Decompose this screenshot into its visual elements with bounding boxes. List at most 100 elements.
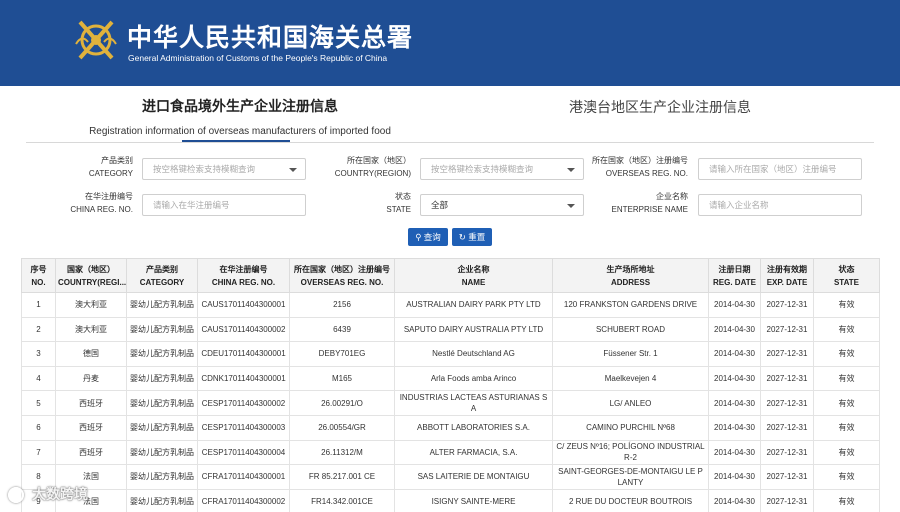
search-button-label: 查询 — [423, 232, 441, 242]
table-cell: CFRA17011404300001 — [197, 464, 290, 490]
table-cell: ABBOTT LABORATORIES S.A. — [394, 414, 553, 441]
table-cell: Arla Foods amba Arinco — [394, 365, 553, 392]
enterprise-input[interactable]: 请输入企业名称 — [698, 194, 862, 216]
column-header: 序号 NO. — [21, 258, 56, 293]
column-header: 产品类别 CATEGORY — [126, 258, 198, 293]
category-select[interactable]: 按空格键检索支持模糊查询 — [142, 158, 306, 180]
column-header-cn: 生产场所地址 — [606, 264, 655, 274]
country-label: 所在国家（地区） COUNTRY(REGION) — [318, 154, 411, 180]
column-header-en: NAME — [461, 277, 486, 287]
overseas-reg-input[interactable]: 请输入所在国家（地区）注册编号 — [698, 158, 862, 180]
table-cell: 有效 — [813, 390, 880, 416]
china-reg-label: 在华注册编号 CHINA REG. NO. — [40, 190, 133, 216]
table-cell: INDUSTRIAS LACTEAS ASTURIANAS SA — [394, 390, 553, 416]
table-cell: 2014-04-30 — [708, 439, 761, 466]
reset-button[interactable]: ↻ 重置 — [452, 228, 492, 246]
table-cell: 2156 — [289, 292, 395, 318]
table-cell: 有效 — [813, 439, 880, 466]
table-cell: 2027-12-31 — [760, 316, 814, 343]
refresh-icon: ↻ — [458, 232, 466, 242]
column-header-cn: 状态 — [838, 264, 855, 274]
china-reg-label-en: CHINA REG. NO. — [70, 205, 133, 214]
column-header-en: COUNTRY(REGI... — [58, 277, 127, 287]
table-row[interactable]: 4 丹麦 婴幼儿配方乳制品 CDNK17011404300001 M165 Arla Fo… — [21, 365, 880, 392]
table-row[interactable]: 3 德国 婴幼儿配方乳制品 CDEU17011404300001 DEBY701EG Ne… — [21, 341, 880, 367]
table-row[interactable]: 7 西班牙 婴幼儿配方乳制品 CESP17011404300004 26.11312/M… — [21, 439, 880, 466]
table-cell: 6 — [21, 414, 56, 441]
table-cell: FR14.342.001CE — [289, 488, 395, 512]
table-cell: 婴幼儿配方乳制品 — [126, 439, 198, 466]
table-cell: CAUS17011404300002 — [197, 316, 290, 343]
column-header-cn: 注册日期 — [718, 264, 751, 274]
table-cell: 婴幼儿配方乳制品 — [126, 390, 198, 416]
search-icon: ⚲ — [415, 232, 422, 242]
table-cell: CFRA17011404300002 — [197, 488, 290, 512]
tab-overseas-title: 进口食品境外生产企业注册信息 — [142, 98, 338, 114]
table-row[interactable]: 8 法国 婴幼儿配方乳制品 CFRA17011404300001 FR 85.217.0… — [21, 464, 880, 490]
table-cell: CESP17011404300004 — [197, 439, 290, 466]
table-cell: 26.00554/GR — [289, 414, 395, 441]
table-row[interactable]: 6 西班牙 婴幼儿配方乳制品 CESP17011404300003 26.00554/G… — [21, 414, 880, 441]
enterprise-label: 企业名称 ENTERPRISE NAME — [580, 190, 688, 216]
results-table: 序号 NO. 国家（地区） COUNTRY(REGI... 产品类别 CATEGORY 在华… — [21, 258, 880, 512]
table-cell: 2014-04-30 — [708, 365, 761, 392]
table-cell: 有效 — [813, 414, 880, 441]
country-select[interactable]: 按空格键检索支持模糊查询 — [420, 158, 584, 180]
country-label-en: COUNTRY(REGION) — [334, 169, 411, 178]
watermark-text: 大数跨境 — [32, 486, 88, 502]
table-cell: 婴幼儿配方乳制品 — [126, 464, 198, 490]
overseas-reg-label-en: OVERSEAS REG. NO. — [605, 169, 688, 178]
country-label-cn: 所在国家（地区） — [347, 156, 411, 165]
table-row[interactable]: 1 澳大利亚 婴幼儿配方乳制品 CAUS17011404300001 2156 AUSTR… — [21, 292, 880, 318]
column-header: 企业名称 NAME — [394, 258, 553, 293]
table-row[interactable]: 9 法国 婴幼儿配方乳制品 CFRA17011404300002 FR14.342.00… — [21, 488, 880, 512]
table-cell: 婴幼儿配方乳制品 — [126, 292, 198, 318]
table-cell: SAS LAITERIE DE MONTAIGU — [394, 464, 553, 490]
table-cell: SAPUTO DAIRY AUSTRALIA PTY LTD — [394, 316, 553, 343]
overseas-reg-label-cn: 所在国家（地区）注册编号 — [592, 156, 688, 165]
table-cell: 西班牙 — [55, 390, 127, 416]
table-header-row: 序号 NO. 国家（地区） COUNTRY(REGI... 产品类别 CATEGORY 在华… — [21, 258, 880, 293]
table-cell: 有效 — [813, 316, 880, 343]
table-body: 1 澳大利亚 婴幼儿配方乳制品 CAUS17011404300001 2156 AUSTR… — [21, 292, 880, 512]
column-header-en: CHINA REG. NO. — [211, 277, 276, 287]
table-cell: C/ ZEUS Nº16; POLÍGONO INDUSTRIAL R-2 — [552, 439, 709, 466]
table-row[interactable]: 2 澳大利亚 婴幼儿配方乳制品 CAUS17011404300002 6439 SAPUT… — [21, 316, 880, 343]
table-cell: 2027-12-31 — [760, 414, 814, 441]
table-cell: CESP17011404300002 — [197, 390, 290, 416]
customs-emblem-icon — [75, 20, 117, 60]
table-cell: 西班牙 — [55, 414, 127, 441]
tab-hk-macao-taiwan[interactable]: 港澳台地区生产企业注册信息 — [560, 97, 760, 117]
column-header-en: EXP. DATE — [766, 277, 808, 287]
table-cell: ALTER FARMACIA, S.A. — [394, 439, 553, 466]
table-cell: Maelkevejen 4 — [552, 365, 709, 392]
table-cell: 澳大利亚 — [55, 316, 127, 343]
watermark-logo-icon — [8, 487, 24, 504]
table-cell: 6439 — [289, 316, 395, 343]
table-cell: 3 — [21, 341, 56, 367]
table-cell: 2014-04-30 — [708, 292, 761, 318]
table-cell: Nestlé Deutschland AG — [394, 341, 553, 367]
china-reg-input[interactable]: 请输入在华注册编号 — [142, 194, 306, 216]
table-cell: 有效 — [813, 488, 880, 512]
search-button[interactable]: ⚲ 查询 — [408, 228, 448, 246]
table-cell: 有效 — [813, 464, 880, 490]
column-header: 生产场所地址 ADDRESS — [552, 258, 709, 293]
column-header-cn: 产品类别 — [146, 264, 178, 274]
site-title: 中华人民共和国海关总署 — [127, 23, 414, 52]
table-row[interactable]: 5 西班牙 婴幼儿配方乳制品 CESP17011404300002 26.00291/O… — [21, 390, 880, 416]
site-header: 中华人民共和国海关总署 General Administration of Cu… — [0, 0, 900, 86]
column-header-cn: 序号 — [30, 264, 47, 274]
tab-overseas-manufacturers[interactable]: 进口食品境外生产企业注册信息 Registration information … — [80, 96, 400, 137]
table-cell: 2014-04-30 — [708, 414, 761, 441]
column-header-cn: 国家（地区） — [67, 264, 115, 274]
enterprise-label-en: ENTERPRISE NAME — [611, 205, 688, 214]
watermark: 大数跨境 — [8, 484, 88, 504]
state-label-en: STATE — [386, 205, 411, 214]
category-label: 产品类别 CATEGORY — [40, 154, 133, 180]
column-header-cn: 注册有效期 — [767, 264, 807, 274]
tab-divider — [26, 142, 874, 143]
column-header-en: NO. — [31, 277, 46, 287]
state-select[interactable]: 全部 — [420, 194, 584, 216]
table-cell: ISIGNY SAINTE-MERE — [394, 488, 553, 512]
